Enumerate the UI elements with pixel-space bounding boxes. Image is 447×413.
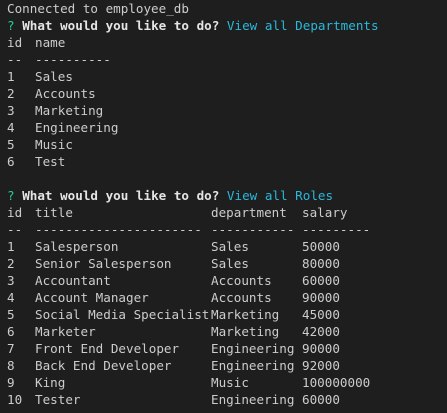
cell-id: 2	[7, 86, 15, 101]
prompt-mark: ?	[7, 188, 15, 203]
cell-department: Engineering	[211, 358, 295, 373]
prompt-mark: ?	[7, 18, 15, 33]
table-row: 2 Senior Salesperson Sales 80000	[7, 255, 447, 272]
separator-id: --	[7, 52, 23, 67]
table-row: 5 Social Media Specialist Marketing 45000	[7, 306, 447, 323]
cell-id: 2	[7, 256, 15, 271]
roles-table-body: 1 Salesperson Sales 50000 2 Senior Salesperso…	[7, 238, 447, 408]
cell-title: Account Manager	[35, 290, 149, 305]
table-row: 4 Account Manager Accounts 90000	[7, 289, 447, 306]
terminal-output: Connected to employee_db ? What would yo…	[0, 0, 447, 413]
cell-id: 1	[7, 239, 15, 254]
cell-department: Engineering	[211, 392, 295, 407]
cell-title: Accountant	[35, 273, 111, 288]
separator-name: ----------	[35, 52, 111, 67]
table-row: 3 Accountant Accounts 60000	[7, 272, 447, 289]
table-row: 4 Engineering	[7, 119, 447, 136]
separator-department: -----------	[211, 222, 295, 237]
cell-title: Senior Salesperson	[35, 256, 172, 271]
table-row: 8 Back End Developer Engineering 92000	[7, 357, 447, 374]
cell-id: 7	[7, 341, 15, 356]
cell-id: 5	[7, 137, 15, 152]
cell-name: Music	[35, 137, 73, 152]
cell-salary: 42000	[302, 324, 340, 339]
cell-title: King	[35, 375, 66, 390]
cell-name: Accounts	[35, 86, 96, 101]
cell-salary: 45000	[302, 307, 340, 322]
cell-department: Accounts	[211, 273, 272, 288]
cell-department: Engineering	[211, 341, 295, 356]
cell-department: Music	[211, 375, 249, 390]
table-row: 9 King Music 100000000	[7, 374, 447, 391]
cell-department: Marketing	[211, 324, 280, 339]
header-id: id	[7, 205, 23, 220]
cell-id: 3	[7, 273, 15, 288]
cell-salary: 60000	[302, 392, 340, 407]
cell-title: Back End Developer	[35, 358, 172, 373]
cell-salary: 100000000	[302, 375, 371, 390]
cell-title: Social Media Specialist	[35, 307, 210, 322]
cell-department: Marketing	[211, 307, 280, 322]
table-row: 5 Music	[7, 136, 447, 153]
prompt-roles: ? What would you like to do? View all Ro…	[7, 187, 447, 204]
table-row: 6 Test	[7, 153, 447, 170]
cell-id: 6	[7, 154, 15, 169]
header-name: name	[35, 35, 66, 50]
cell-salary: 92000	[302, 358, 340, 373]
cell-salary: 50000	[302, 239, 340, 254]
roles-header: id title department salary	[7, 204, 447, 221]
prompt-answer: View all Roles	[226, 188, 334, 203]
table-row: 7 Front End Developer Engineering 90000	[7, 340, 447, 357]
cell-id: 4	[7, 120, 15, 135]
cell-id: 4	[7, 290, 15, 305]
prompt-departments: ? What would you like to do? View all De…	[7, 17, 447, 34]
departments-header: id name	[7, 34, 447, 51]
header-id: id	[7, 35, 23, 50]
departments-separator: -- ----------	[7, 51, 447, 68]
cell-title: Marketer	[35, 324, 96, 339]
cell-name: Engineering	[35, 120, 119, 135]
cell-salary: 80000	[302, 256, 340, 271]
cell-name: Marketing	[35, 103, 104, 118]
cell-department: Accounts	[211, 290, 272, 305]
cell-id: 5	[7, 307, 15, 322]
header-department: department	[211, 205, 287, 220]
cell-salary: 90000	[302, 290, 340, 305]
prompt-question: What would you like to do?	[22, 188, 220, 203]
table-row: 1 Sales	[7, 68, 447, 85]
table-row: 3 Marketing	[7, 102, 447, 119]
table-row: 1 Salesperson Sales 50000	[7, 238, 447, 255]
table-row: 6 Marketer Marketing 42000	[7, 323, 447, 340]
cell-name: Test	[35, 154, 66, 169]
cell-id: 8	[7, 358, 15, 373]
cell-id: 1	[7, 69, 15, 84]
cell-salary: 90000	[302, 341, 340, 356]
cell-salary: 60000	[302, 273, 340, 288]
roles-separator: -- ---------------------- ----------- -----…	[7, 221, 447, 238]
cell-department: Sales	[211, 256, 249, 271]
departments-table-body: 1 Sales 2 Accounts 3 Marketing 4 Engineering 5 Mu…	[7, 68, 447, 170]
cell-department: Sales	[211, 239, 249, 254]
prompt-answer: View all Departments	[226, 18, 379, 33]
header-salary: salary	[302, 205, 348, 220]
cell-title: Salesperson	[35, 239, 119, 254]
cell-id: 10	[7, 392, 23, 407]
cell-id: 3	[7, 103, 15, 118]
prompt-question: What would you like to do?	[22, 18, 220, 33]
cell-id: 6	[7, 324, 15, 339]
separator-title: ----------------------	[35, 222, 202, 237]
header-title: title	[35, 205, 73, 220]
table-row: 10 Tester Engineering 60000	[7, 391, 447, 408]
table-row: 2 Accounts	[7, 85, 447, 102]
cell-title: Tester	[35, 392, 81, 407]
cell-title: Front End Developer	[35, 341, 180, 356]
separator-salary: ---------	[302, 222, 371, 237]
separator-id: --	[7, 222, 23, 237]
connected-message: Connected to employee_db	[7, 1, 189, 16]
cell-id: 9	[7, 375, 15, 390]
cell-name: Sales	[35, 69, 73, 84]
